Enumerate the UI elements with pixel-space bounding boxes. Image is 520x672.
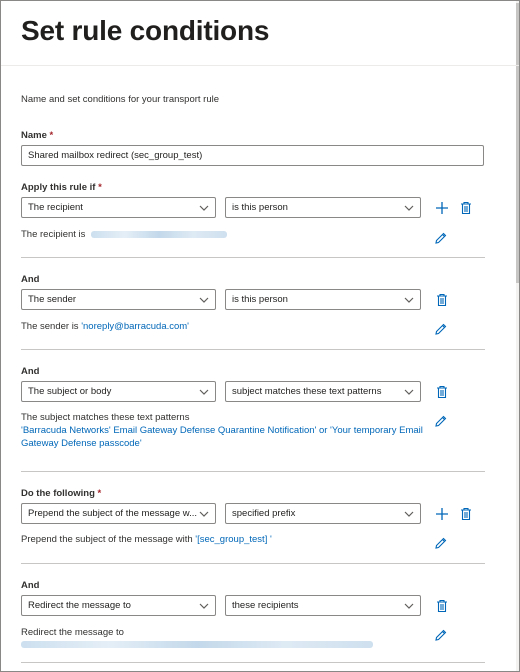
redacted-redirect-recipients [21, 641, 373, 648]
section-divider [21, 471, 485, 472]
dropdown-value: Redirect the message to [28, 600, 131, 611]
summary-prefix: Prepend the subject of the message with [21, 534, 193, 545]
rule-name-input[interactable]: Shared mailbox redirect (sec_group_test) [21, 145, 484, 166]
do-the-following-label: Do the following * [21, 488, 101, 499]
dropdown-value: specified prefix [232, 508, 296, 519]
rule-wizard-panel: Set rule conditions Name and set conditi… [0, 0, 520, 672]
pencil-icon[interactable] [434, 231, 448, 245]
subject-summary-prefix: The subject matches these text patterns [21, 412, 190, 423]
pencil-icon[interactable] [434, 322, 448, 336]
trash-icon[interactable] [435, 599, 449, 613]
trash-icon[interactable] [435, 385, 449, 399]
and-label: And [21, 366, 40, 377]
sender-summary: The sender is 'noreply@barracuda.com' [21, 321, 189, 332]
section-divider [21, 563, 485, 564]
action-dropdown-prepend[interactable]: Prepend the subject of the message w... [21, 503, 216, 524]
dropdown-value: Prepend the subject of the message w... [28, 508, 197, 519]
scrollbar-thumb[interactable] [516, 3, 519, 283]
and-label: And [21, 274, 40, 285]
summary-prefix: The sender is [21, 321, 79, 332]
chevron-down-icon [404, 603, 414, 609]
chevron-down-icon [199, 603, 209, 609]
chevron-down-icon [199, 511, 209, 517]
trash-icon[interactable] [459, 201, 473, 215]
action-dropdown-redirect[interactable]: Redirect the message to [21, 595, 216, 616]
action-operator-dropdown-prefix[interactable]: specified prefix [225, 503, 421, 524]
trash-icon[interactable] [459, 507, 473, 521]
name-label-text: Name [21, 130, 47, 141]
recipient-summary: The recipient is [21, 229, 228, 240]
section-divider [21, 349, 485, 350]
subject-patterns-link-line1[interactable]: 'Barracuda Networks' Email Gateway Defen… [21, 425, 423, 436]
operator-dropdown-recipient[interactable]: is this person [225, 197, 421, 218]
required-asterisk: * [98, 182, 102, 193]
chevron-down-icon [404, 205, 414, 211]
dropdown-value: The subject or body [28, 386, 112, 397]
chevron-down-icon [404, 511, 414, 517]
redirect-summary-prefix: Redirect the message to [21, 627, 124, 638]
chevron-down-icon [199, 389, 209, 395]
chevron-down-icon [199, 205, 209, 211]
redacted-recipient [91, 230, 228, 238]
and-label: And [21, 580, 40, 591]
sender-value-link[interactable]: 'noreply@barracuda.com' [81, 321, 189, 332]
title-divider [1, 65, 519, 66]
prepend-summary: Prepend the subject of the message with … [21, 534, 272, 545]
condition-dropdown-recipient[interactable]: The recipient [21, 197, 216, 218]
scrollbar[interactable] [516, 1, 519, 671]
trash-icon[interactable] [435, 293, 449, 307]
condition-dropdown-sender[interactable]: The sender [21, 289, 216, 310]
pencil-icon[interactable] [434, 536, 448, 550]
required-asterisk: * [97, 488, 102, 499]
action-operator-dropdown-recipients[interactable]: these recipients [225, 595, 421, 616]
section-divider [21, 257, 485, 258]
plus-icon[interactable] [435, 201, 449, 215]
dropdown-value: is this person [232, 294, 288, 305]
pencil-icon[interactable] [434, 414, 448, 428]
prefix-value-link[interactable]: '[sec_group_test] ' [195, 534, 272, 545]
required-asterisk: * [49, 130, 54, 141]
dropdown-value: subject matches these text patterns [232, 386, 382, 397]
name-label: Name * [21, 130, 53, 141]
chevron-down-icon [404, 297, 414, 303]
apply-rule-if-text: Apply this rule if [21, 182, 96, 193]
subject-patterns-link-line2[interactable]: Gateway Defense passcode' [21, 438, 142, 449]
page-title: Set rule conditions [21, 15, 270, 46]
chevron-down-icon [404, 389, 414, 395]
pencil-icon[interactable] [434, 628, 448, 642]
operator-dropdown-sender[interactable]: is this person [225, 289, 421, 310]
condition-dropdown-subject[interactable]: The subject or body [21, 381, 216, 402]
apply-rule-if-label: Apply this rule if * [21, 182, 102, 193]
dropdown-value: is this person [232, 202, 288, 213]
dropdown-value: The sender [28, 294, 77, 305]
operator-dropdown-subject[interactable]: subject matches these text patterns [225, 381, 421, 402]
plus-icon[interactable] [435, 507, 449, 521]
section-divider [21, 662, 485, 663]
page-description: Name and set conditions for your transpo… [21, 94, 220, 105]
chevron-down-icon [199, 297, 209, 303]
summary-prefix: The recipient is [21, 229, 86, 240]
do-the-following-text: Do the following [21, 488, 95, 499]
dropdown-value: The recipient [28, 202, 83, 213]
dropdown-value: these recipients [232, 600, 299, 611]
